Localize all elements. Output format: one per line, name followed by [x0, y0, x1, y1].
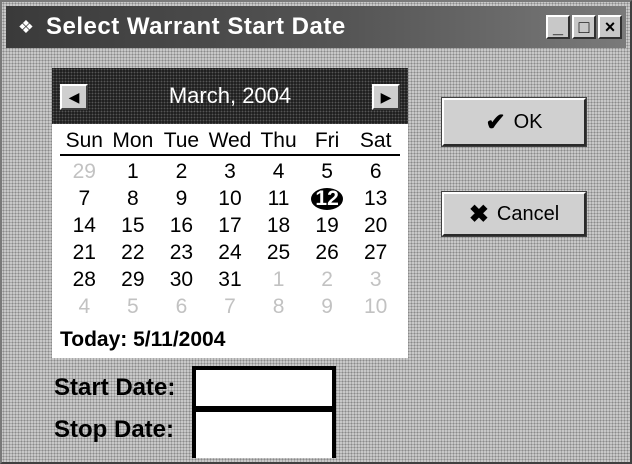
- day-cell[interactable]: 2: [157, 158, 206, 185]
- day-of-week-header: Sun Mon Tue Wed Thu Fri Sat: [60, 128, 400, 154]
- maximize-button[interactable]: □: [572, 15, 596, 39]
- chevron-right-icon: ▶: [380, 89, 392, 105]
- app-icon[interactable]: ❖: [16, 17, 36, 37]
- start-date-field[interactable]: [192, 366, 336, 410]
- day-cell[interactable]: 10: [351, 293, 400, 320]
- dow-wed: Wed: [208, 129, 252, 152]
- day-cell[interactable]: 21: [60, 239, 109, 266]
- day-cell[interactable]: 28: [60, 266, 109, 293]
- day-cell[interactable]: 18: [254, 212, 303, 239]
- calendar-week-row: 14 15 16 17 18 19 20: [60, 212, 400, 239]
- selected-day-cell[interactable]: 12: [303, 185, 352, 212]
- day-cell[interactable]: 14: [60, 212, 109, 239]
- day-cell[interactable]: 4: [60, 293, 109, 320]
- day-cell[interactable]: 8: [254, 293, 303, 320]
- today-label[interactable]: Today: 5/11/2004: [60, 328, 225, 352]
- dialog-window: ❖ Select Warrant Start Date _ □ × ◀ Marc…: [0, 0, 632, 464]
- day-cell[interactable]: 27: [351, 239, 400, 266]
- cancel-button[interactable]: ✖ Cancel: [441, 191, 587, 237]
- cancel-label: Cancel: [496, 202, 560, 225]
- chevron-left-icon: ◀: [68, 89, 80, 105]
- day-cell[interactable]: 26: [303, 239, 352, 266]
- dow-sun: Sun: [65, 129, 103, 152]
- stop-date-field[interactable]: [192, 408, 336, 458]
- day-cell[interactable]: 31: [206, 266, 255, 293]
- day-cell[interactable]: 29: [109, 266, 158, 293]
- ok-button[interactable]: ✔ OK: [441, 97, 587, 147]
- calendar-week-row: 21 22 23 24 25 26 27: [60, 239, 400, 266]
- day-cell[interactable]: 24: [206, 239, 255, 266]
- day-cell[interactable]: 25: [254, 239, 303, 266]
- x-icon: ✖: [468, 200, 489, 228]
- day-cell[interactable]: 1: [254, 266, 303, 293]
- day-cell[interactable]: 30: [157, 266, 206, 293]
- day-cell[interactable]: 3: [206, 158, 255, 185]
- day-cell[interactable]: 11: [254, 185, 303, 212]
- day-cell[interactable]: 19: [303, 212, 352, 239]
- header-divider: [60, 154, 400, 156]
- day-cell[interactable]: 7: [206, 293, 255, 320]
- day-cell[interactable]: 6: [157, 293, 206, 320]
- close-button[interactable]: ×: [598, 15, 622, 39]
- prev-month-button[interactable]: ◀: [60, 84, 88, 110]
- day-cell[interactable]: 22: [109, 239, 158, 266]
- next-month-button[interactable]: ▶: [372, 84, 400, 110]
- month-title: March, 2004: [168, 83, 292, 108]
- day-cell[interactable]: 16: [157, 212, 206, 239]
- minimize-button[interactable]: _: [546, 15, 570, 39]
- selected-day-marker: 12: [311, 188, 344, 210]
- day-cell[interactable]: 17: [206, 212, 255, 239]
- start-date-label: Start Date:: [54, 374, 176, 401]
- day-grid: 29 1 2 3 4 5 6 7 8 9 10 11 12 13 14 15 16 17 18 19 20 21 22 23 2…: [60, 158, 400, 320]
- checkmark-icon: ✔: [485, 108, 506, 136]
- calendar-header: ◀ March, 2004 ▶: [52, 68, 408, 124]
- dow-sat: Sat: [359, 129, 392, 152]
- calendar: ◀ March, 2004 ▶ Sun Mon Tue Wed Thu Fri …: [52, 68, 408, 358]
- day-cell[interactable]: 5: [303, 158, 352, 185]
- calendar-week-row: 7 8 9 10 11 12 13: [60, 185, 400, 212]
- day-cell[interactable]: 1: [109, 158, 158, 185]
- day-cell[interactable]: 6: [351, 158, 400, 185]
- day-cell[interactable]: 5: [109, 293, 158, 320]
- dow-tue: Tue: [163, 129, 200, 152]
- day-cell[interactable]: 7: [60, 185, 109, 212]
- ok-label: OK: [513, 110, 543, 133]
- calendar-week-row: 4 5 6 7 8 9 10: [60, 293, 400, 320]
- day-cell[interactable]: 23: [157, 239, 206, 266]
- day-cell[interactable]: 9: [303, 293, 352, 320]
- calendar-week-row: 29 1 2 3 4 5 6: [60, 158, 400, 185]
- title-bar[interactable]: ❖ Select Warrant Start Date _ □ ×: [6, 6, 626, 48]
- stop-date-label: Stop Date:: [54, 416, 174, 443]
- day-cell[interactable]: 9: [157, 185, 206, 212]
- day-cell[interactable]: 2: [303, 266, 352, 293]
- day-cell[interactable]: 8: [109, 185, 158, 212]
- day-cell[interactable]: 10: [206, 185, 255, 212]
- day-cell[interactable]: 13: [351, 185, 400, 212]
- day-cell[interactable]: 15: [109, 212, 158, 239]
- day-cell[interactable]: 3: [351, 266, 400, 293]
- day-cell[interactable]: 20: [351, 212, 400, 239]
- dow-thu: Thu: [260, 129, 297, 152]
- day-cell[interactable]: 29: [60, 158, 109, 185]
- day-cell[interactable]: 4: [254, 158, 303, 185]
- window-title: Select Warrant Start Date: [46, 13, 346, 40]
- calendar-week-row: 28 29 30 31 1 2 3: [60, 266, 400, 293]
- dow-fri: Fri: [314, 129, 340, 152]
- dow-mon: Mon: [112, 129, 154, 152]
